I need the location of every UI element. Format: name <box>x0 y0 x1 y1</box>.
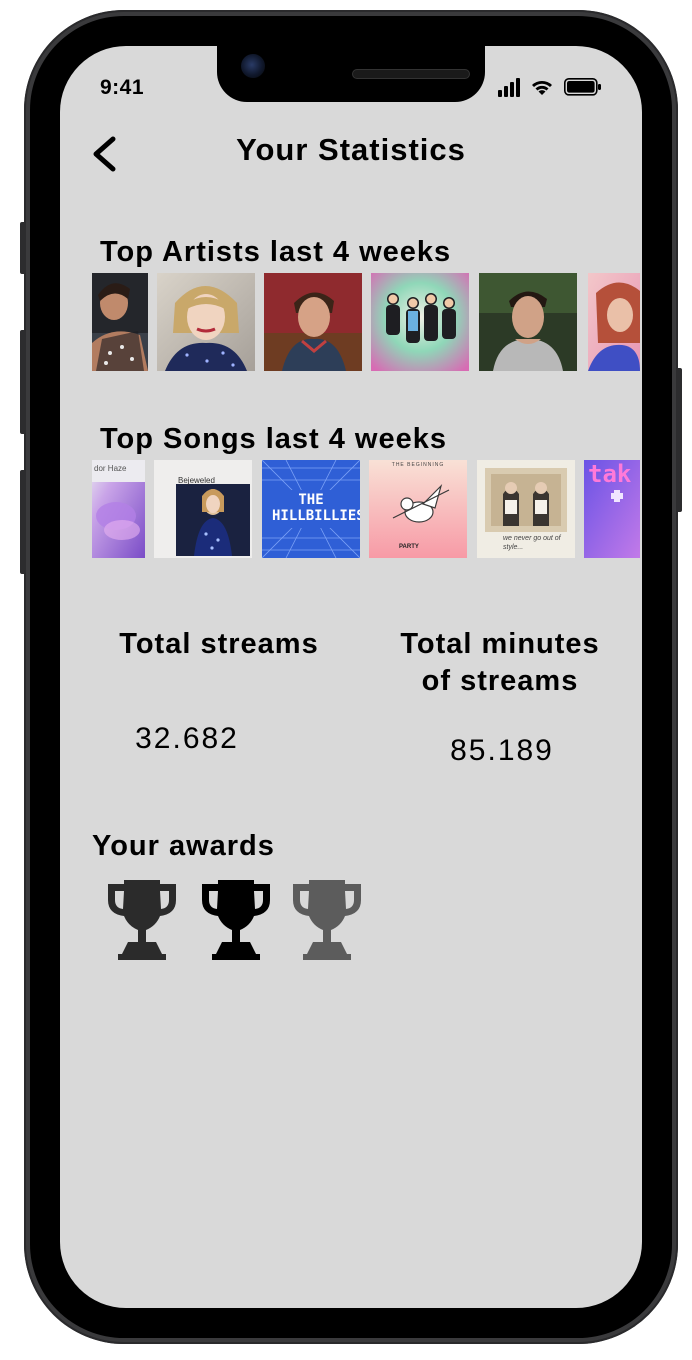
artist-tile[interactable] <box>264 273 362 371</box>
status-icons <box>498 78 601 97</box>
song-tile[interactable]: Bejeweled <box>154 460 252 558</box>
song-tile[interactable]: THE HILLBILLIES <box>262 460 360 558</box>
song-tile[interactable]: tak <box>584 460 640 558</box>
song-cover-text: THE BEGINNING <box>391 462 445 468</box>
back-button[interactable] <box>84 132 124 176</box>
camera-icon <box>241 54 265 78</box>
awards-title: Your awards <box>92 830 275 862</box>
trophy-icon[interactable] <box>104 876 180 960</box>
top-songs-list: dor Haze Bejeweled THE HILLBILLIES THE B… <box>92 460 640 558</box>
volume-up-button <box>20 330 26 434</box>
song-cover-subtext: PARTY <box>399 544 419 550</box>
artist-tile[interactable] <box>92 273 148 371</box>
power-button <box>676 368 682 512</box>
speaker-grille <box>352 69 470 79</box>
total-minutes-label-line2: of streams <box>421 665 579 697</box>
volume-down-button <box>20 470 26 574</box>
top-songs-title: Top Songs last 4 weeks <box>100 423 448 455</box>
top-artists-list <box>92 273 640 371</box>
battery-icon <box>564 78 601 96</box>
total-minutes-value: 85.189 <box>450 734 554 767</box>
song-tile[interactable]: THE BEGINNING PARTY <box>369 460 467 558</box>
song-cover-text: dor Haze <box>94 464 127 473</box>
song-cover-text: Bejeweled <box>178 476 215 485</box>
song-cover-text: we never go out of style... <box>503 535 561 551</box>
song-tile[interactable]: dor Haze <box>92 460 145 558</box>
cellular-signal-icon <box>498 78 520 97</box>
artist-tile[interactable] <box>157 273 255 371</box>
status-time: 9:41 <box>100 76 145 99</box>
wifi-icon <box>532 81 552 95</box>
trophy-icon[interactable] <box>289 876 365 960</box>
total-minutes-label-line1: Total minutes <box>400 628 600 660</box>
chevron-left-icon <box>93 136 116 172</box>
artist-tile[interactable] <box>588 273 640 371</box>
silent-switch <box>20 222 26 274</box>
artist-tile[interactable] <box>371 273 469 371</box>
song-tile[interactable]: we never go out of style... <box>477 460 575 558</box>
screen: 9:41 Your Statistics Top Artists last 4 … <box>60 46 642 1308</box>
total-streams-label: Total streams <box>119 628 319 660</box>
song-cover-text: tak <box>588 460 632 488</box>
top-artists-title: Top Artists last 4 weeks <box>100 236 452 268</box>
artist-tile[interactable] <box>479 273 577 371</box>
song-cover-text: THE HILLBILLIES <box>272 492 360 524</box>
total-minutes-label: Total minutes of streams <box>370 626 630 700</box>
total-streams-value: 32.682 <box>135 722 239 755</box>
page-title: Your Statistics <box>236 132 466 167</box>
trophy-icon[interactable] <box>198 876 274 960</box>
